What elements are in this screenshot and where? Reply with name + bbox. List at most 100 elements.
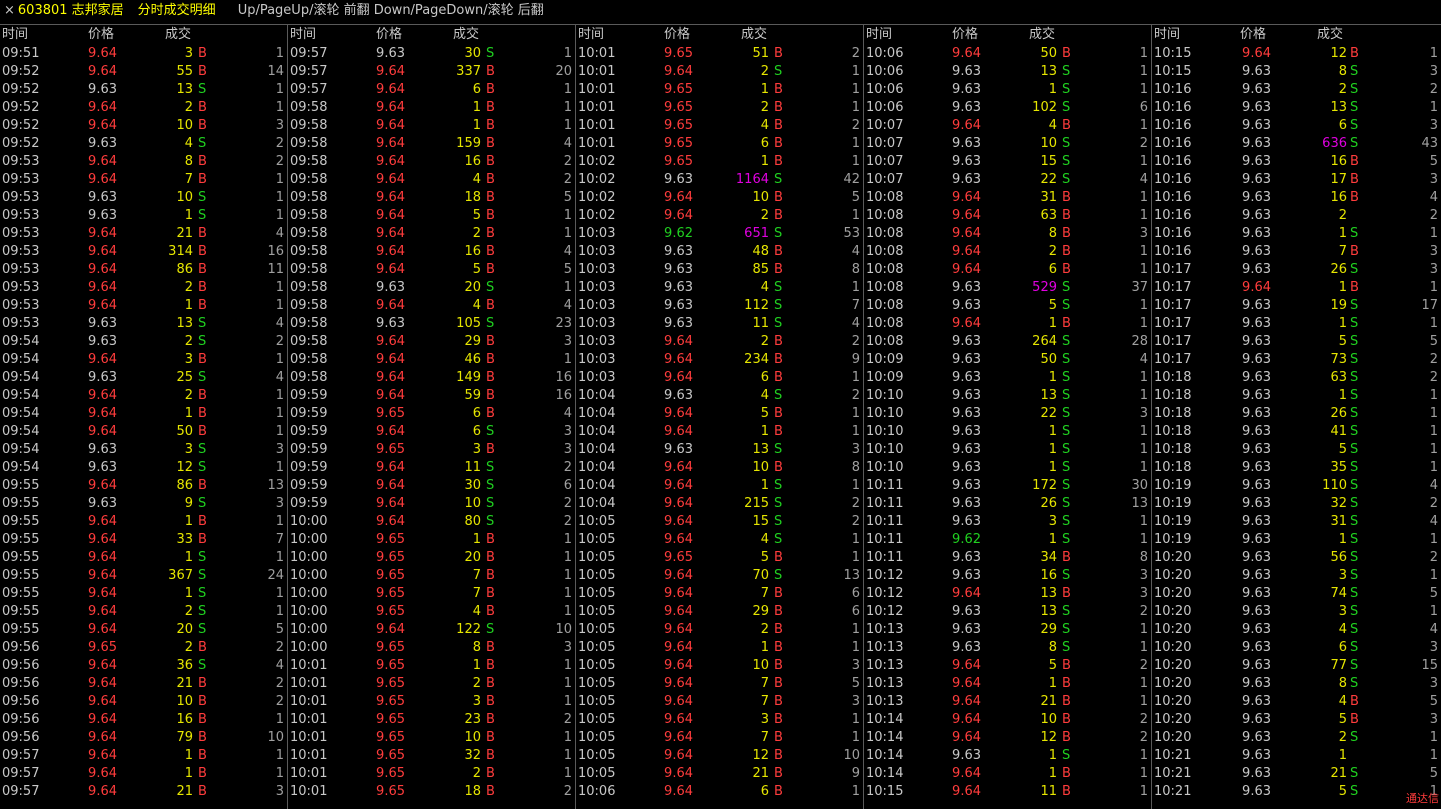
- close-icon[interactable]: ×: [4, 0, 15, 22]
- tick-side: B: [198, 352, 207, 367]
- tick-count: 16: [555, 388, 572, 403]
- tick-side: B: [486, 100, 495, 115]
- tick-price: 9.63: [1242, 262, 1271, 277]
- tick-time: 09:55: [2, 604, 40, 619]
- tick-row: 10:01 9.64 2 S 1: [576, 63, 863, 81]
- tick-time: 10:20: [1154, 730, 1192, 745]
- tick-side: B: [486, 532, 495, 547]
- tick-row: 10:03 9.63 4 S 1: [576, 279, 863, 297]
- tick-row: 10:00 9.64 80 S 2: [288, 513, 575, 531]
- tick-time: 09:53: [2, 316, 40, 331]
- tick-volume: 11: [464, 460, 481, 475]
- tick-price: 9.64: [664, 496, 693, 511]
- tick-time: 10:19: [1154, 532, 1192, 547]
- tick-volume: 5: [1048, 658, 1057, 673]
- tick-row: 10:05 9.64 2 B 1: [576, 621, 863, 639]
- tick-side: B: [1062, 190, 1071, 205]
- tick-time: 10:21: [1154, 784, 1192, 799]
- tick-count: 3: [275, 442, 284, 457]
- tick-time: 10:02: [578, 154, 616, 169]
- tick-volume: 16: [464, 244, 481, 259]
- tick-side: S: [1350, 262, 1359, 277]
- tick-volume: 34: [1040, 550, 1057, 565]
- tick-time: 10:17: [1154, 262, 1192, 277]
- tick-count: 2: [275, 694, 284, 709]
- tick-row: 10:01 9.65 1 B 1: [576, 81, 863, 99]
- tick-count: 4: [851, 316, 860, 331]
- tick-time: 10:06: [866, 82, 904, 97]
- tick-price: 9.63: [952, 298, 981, 313]
- tick-side: B: [486, 262, 495, 277]
- tick-time: 09:55: [2, 550, 40, 565]
- tick-price: 9.65: [376, 730, 405, 745]
- tick-row: 10:16 9.63 636 S 43: [1152, 135, 1441, 153]
- tick-volume: 4: [184, 136, 193, 151]
- tick-count: 1: [563, 730, 572, 745]
- tick-row: 10:07 9.64 4 B 1: [864, 117, 1151, 135]
- tick-price: 9.63: [1242, 460, 1271, 475]
- tick-price: 9.64: [376, 172, 405, 187]
- tick-volume: 6: [472, 82, 481, 97]
- tick-volume: 159: [456, 136, 481, 151]
- tick-price: 9.64: [88, 280, 117, 295]
- header-volume: 成交: [1317, 27, 1344, 42]
- tick-side: S: [1350, 550, 1359, 565]
- tick-count: 2: [563, 172, 572, 187]
- tick-price: 9.65: [664, 118, 693, 133]
- tick-side: S: [1350, 604, 1359, 619]
- tick-row: 10:02 9.63 1164 S 42: [576, 171, 863, 189]
- tick-side: S: [774, 226, 783, 241]
- tick-time: 10:07: [866, 154, 904, 169]
- tick-side: S: [1062, 136, 1071, 151]
- tick-volume: 4: [472, 298, 481, 313]
- tick-price: 9.64: [952, 118, 981, 133]
- tick-volume: 10: [464, 730, 481, 745]
- tick-row: 10:03 9.63 11 S 4: [576, 315, 863, 333]
- tick-time: 09:54: [2, 352, 40, 367]
- tick-time: 10:11: [866, 532, 904, 547]
- tick-volume: 2: [184, 388, 193, 403]
- header-volume: 成交: [165, 27, 192, 42]
- tick-volume: 1: [472, 532, 481, 547]
- tick-count: 1: [563, 766, 572, 781]
- tick-time: 10:10: [866, 388, 904, 403]
- tick-volume: 3: [1338, 568, 1347, 583]
- tick-volume: 59: [464, 388, 481, 403]
- tick-volume: 8: [1338, 676, 1347, 691]
- tick-count: 1: [851, 100, 860, 115]
- tick-volume: 20: [464, 550, 481, 565]
- tick-side: S: [1062, 532, 1071, 547]
- tick-detail-grid[interactable]: 时间 价格 成交 09:51 9.64 3 B 1 09:52 9.64 55 B 14 09:52 9.6…: [0, 24, 1441, 809]
- tick-price: 9.64: [88, 550, 117, 565]
- tick-volume: 651: [744, 226, 769, 241]
- tick-count: 1: [851, 532, 860, 547]
- tick-volume: 21: [1040, 694, 1057, 709]
- tick-side: B: [1062, 766, 1071, 781]
- tick-time: 10:05: [578, 586, 616, 601]
- tick-time: 09:59: [290, 460, 328, 475]
- tick-volume: 23: [464, 712, 481, 727]
- tick-volume: 1: [1048, 748, 1057, 763]
- tick-time: 10:12: [866, 568, 904, 583]
- tick-count: 1: [1429, 316, 1438, 331]
- tick-row: 10:20 9.63 3 S 1: [1152, 603, 1441, 621]
- tick-count: 4: [1139, 172, 1148, 187]
- tick-count: 42: [843, 172, 860, 187]
- tick-volume: 85: [752, 262, 769, 277]
- tick-price: 9.63: [952, 478, 981, 493]
- tick-side: S: [198, 82, 207, 97]
- tick-row: 10:17 9.63 1 S 1: [1152, 315, 1441, 333]
- tick-volume: 10: [176, 694, 193, 709]
- tick-side: B: [1062, 262, 1071, 277]
- tick-row: 10:20 9.63 3 S 1: [1152, 567, 1441, 585]
- header-price: 价格: [952, 27, 979, 42]
- tick-row: 09:55 9.64 20 S 5: [0, 621, 287, 639]
- tick-volume: 22: [1040, 406, 1057, 421]
- tick-time: 09:57: [290, 64, 328, 79]
- tick-time: 10:05: [578, 676, 616, 691]
- tick-price: 9.63: [1242, 568, 1271, 583]
- tick-price: 9.63: [88, 496, 117, 511]
- tick-row: 09:58 9.64 16 B 4: [288, 243, 575, 261]
- tick-time: 09:58: [290, 226, 328, 241]
- tick-row: 10:19 9.63 1 S 1: [1152, 531, 1441, 549]
